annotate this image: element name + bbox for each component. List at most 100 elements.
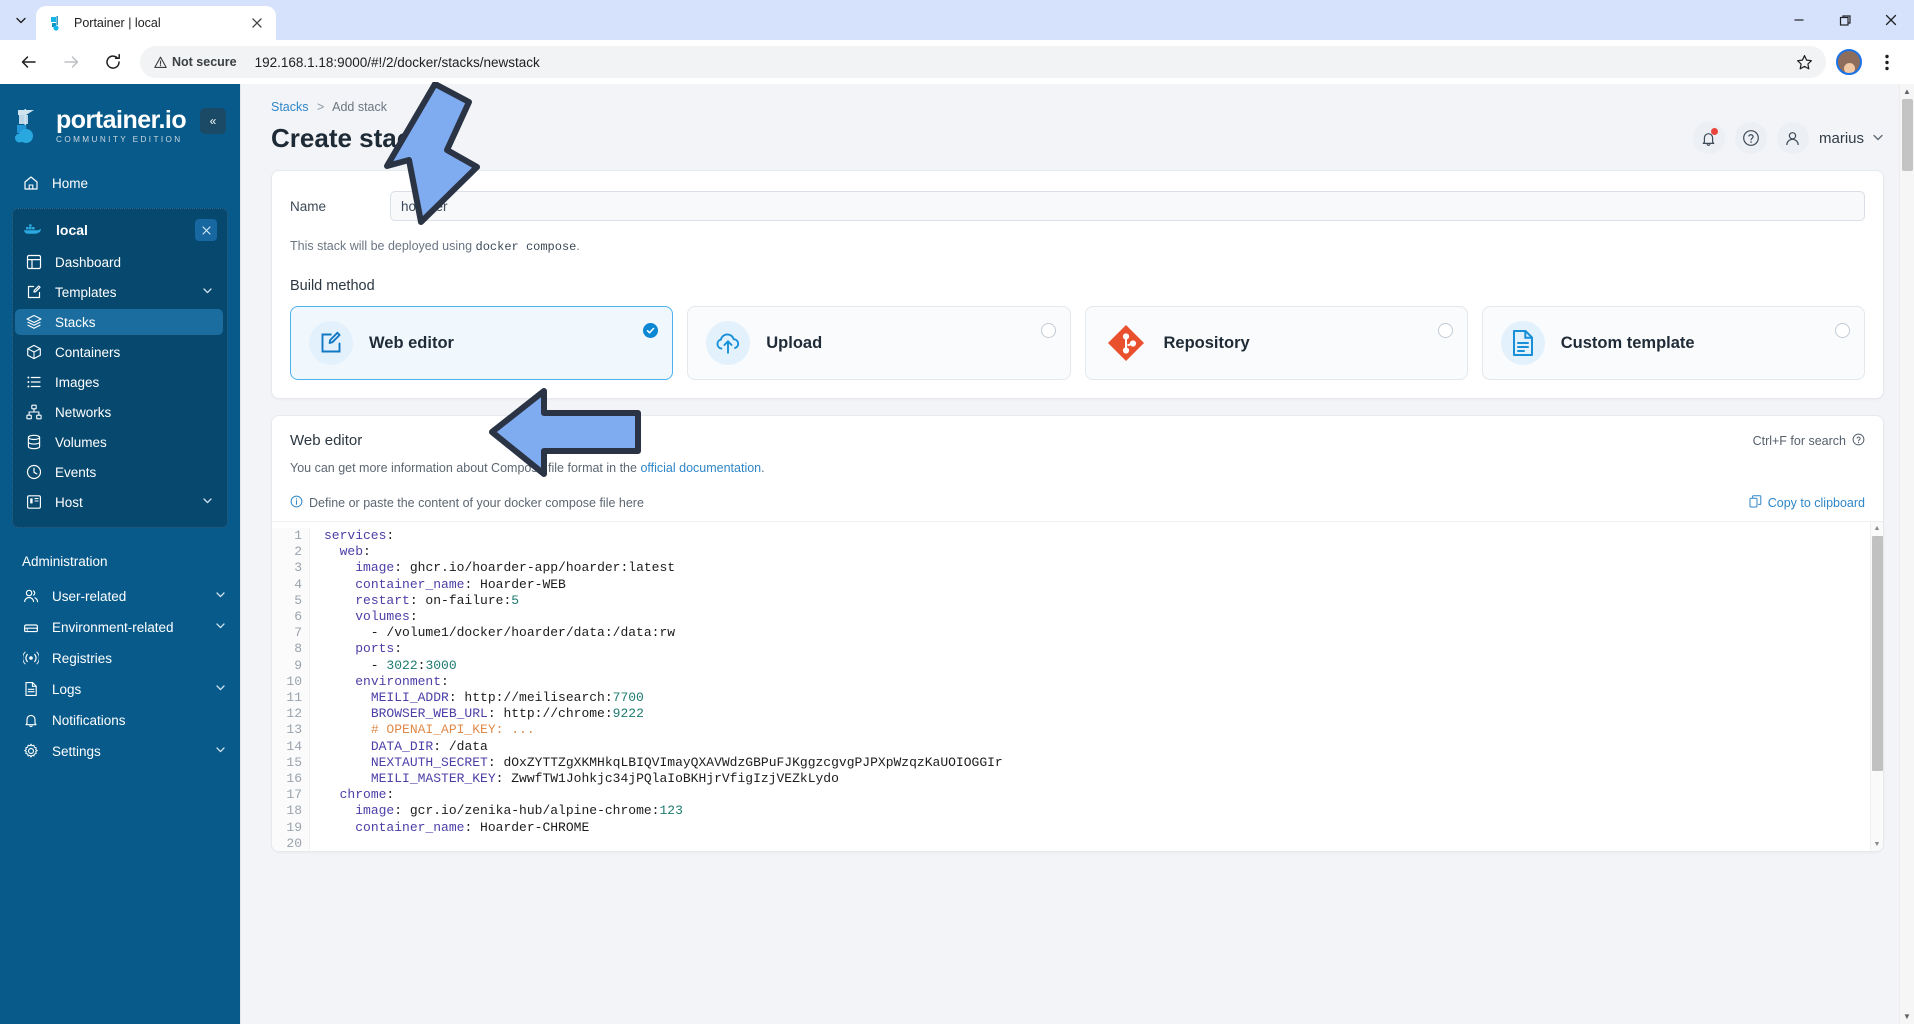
chevron-down-icon[interactable] (215, 682, 226, 696)
page-scroll-down-icon[interactable]: ▼ (1900, 1009, 1914, 1024)
sidebar-item-label: Events (55, 464, 97, 480)
refresh-icon[interactable] (436, 130, 453, 147)
user-menu[interactable]: marius (1819, 130, 1884, 147)
code-line[interactable]: - 3022:3000 (324, 658, 1883, 674)
back-button[interactable] (12, 45, 46, 79)
question-circle-icon[interactable] (1852, 433, 1865, 449)
code-line[interactable]: MEILI_MASTER_KEY: ZwwfTW1Johkjc34jPQlaIo… (324, 771, 1883, 787)
code-editor[interactable]: 1 2 3 4 5 6 7 8 9 10 11 12 13 14 15 16 17 18 19 20 services… (272, 521, 1883, 851)
sidebar-item-images[interactable]: Images (13, 369, 227, 395)
sidebar-item-host[interactable]: Host (13, 489, 227, 515)
sidebar-item-notifications[interactable]: Notifications (0, 707, 240, 733)
code-line[interactable]: ports: (324, 641, 1883, 657)
code-line[interactable]: MEILI_ADDR: http://meilisearch:7700 (324, 690, 1883, 706)
build-method-option-upload[interactable]: Upload (687, 306, 1071, 380)
editor-scroll-up-icon[interactable]: ▲ (1871, 522, 1883, 535)
build-method-option-custom-template[interactable]: Custom template (1481, 306, 1865, 380)
code-line-number: 9 (294, 657, 302, 673)
editor-scroll-down-icon[interactable]: ▼ (1871, 838, 1883, 851)
sidebar: portainer.io COMMUNITY EDITION « Home lo… (0, 84, 240, 1024)
info-circle-icon (290, 495, 303, 511)
editor-scroll-thumb[interactable] (1872, 536, 1883, 771)
code-line[interactable]: image: gcr.io/zenika-hub/alpine-chrome:1… (324, 803, 1883, 819)
restore-icon[interactable] (1822, 0, 1868, 40)
forward-button[interactable] (54, 45, 88, 79)
security-indicator[interactable]: Not secure (154, 55, 237, 69)
code-line[interactable]: image: ghcr.io/hoarder-app/hoarder:lates… (324, 560, 1883, 576)
sidebar-item-logs[interactable]: Logs (0, 676, 240, 702)
code-line-number: 1 (294, 528, 302, 543)
sidebar-environment-header[interactable]: local (13, 215, 227, 245)
sidebar-item-templates[interactable]: Templates (13, 279, 227, 305)
sidebar-item-environment-related[interactable]: Environment-related (0, 614, 240, 640)
minimize-icon[interactable] (1776, 0, 1822, 40)
code-line-number: 15 (286, 754, 302, 770)
chevron-down-icon[interactable] (202, 495, 213, 509)
official-documentation-link[interactable]: official documentation (640, 461, 761, 475)
code-line[interactable]: DATA_DIR: /data (324, 739, 1883, 755)
code-line[interactable]: services: (324, 528, 1883, 544)
code-line[interactable]: BROWSER_WEB_URL: http://chrome:9222 (324, 706, 1883, 722)
code-line[interactable]: restart: on-failure:5 (324, 593, 1883, 609)
double-chevron-left-icon[interactable]: « (200, 108, 226, 134)
environment-icon (22, 619, 39, 636)
sidebar-logo[interactable]: portainer.io COMMUNITY EDITION « (0, 84, 240, 152)
reload-button[interactable] (96, 45, 130, 79)
code-line-number: 8 (294, 641, 302, 657)
sidebar-item-user-related[interactable]: User-related (0, 583, 240, 609)
selected-check-icon[interactable] (643, 323, 659, 338)
code-line[interactable]: chrome: (324, 787, 1883, 803)
code-line[interactable]: environment: (324, 674, 1883, 690)
sidebar-item-networks[interactable]: Networks (13, 399, 227, 425)
browser-tab-strip: Portainer | local (0, 0, 1914, 40)
code-line[interactable]: volumes: (324, 609, 1883, 625)
three-dots-menu-icon[interactable] (1870, 45, 1904, 79)
build-method-option-repository[interactable]: Repository (1084, 306, 1468, 380)
window-close-icon[interactable] (1868, 0, 1914, 40)
code-line[interactable]: # OPENAI_API_KEY: ... (324, 722, 1883, 738)
radio-button[interactable] (1040, 323, 1056, 338)
sidebar-item-events[interactable]: Events (13, 459, 227, 485)
code-line[interactable]: NEXTAUTH_SECRET: dOxZYTTZgXKMHkqLBIQVIma… (324, 755, 1883, 771)
code-line[interactable]: web: (324, 544, 1883, 560)
star-icon[interactable] (1792, 50, 1816, 74)
breadcrumb-parent-link[interactable]: Stacks (271, 100, 309, 114)
page-scroll-thumb[interactable] (1902, 99, 1913, 171)
code-line[interactable]: - /volume1/docker/hoarder/data:/data:rw (324, 625, 1883, 641)
home-icon (22, 175, 39, 192)
chevron-down-icon[interactable] (215, 744, 226, 758)
code-content[interactable]: services: web: image: ghcr.io/hoarder-ap… (310, 528, 1883, 851)
browser-tab[interactable]: Portainer | local (36, 6, 276, 40)
sidebar-item-dashboard[interactable]: Dashboard (13, 249, 227, 275)
person-icon[interactable] (1776, 122, 1809, 154)
editor-scrollbar[interactable]: ▲ ▼ (1870, 522, 1883, 851)
chevron-down-icon[interactable] (215, 620, 226, 634)
tab-list-chevron-icon[interactable] (6, 5, 36, 35)
environment-close-icon[interactable] (195, 219, 217, 241)
chevron-down-icon[interactable] (215, 589, 226, 603)
chevron-down-icon[interactable] (202, 285, 213, 299)
address-bar[interactable]: Not secure 192.168.1.18:9000/#!/2/docker… (140, 46, 1826, 78)
notifications-bell-icon[interactable] (1692, 122, 1725, 154)
radio-button[interactable] (1835, 323, 1850, 338)
help-question-circle-icon[interactable] (1734, 122, 1767, 154)
code-line[interactable]: container_name: Hoarder-WEB (324, 577, 1883, 593)
sidebar-item-volumes[interactable]: Volumes (13, 429, 227, 455)
page-scroll-up-icon[interactable]: ▲ (1900, 84, 1914, 99)
build-method-option-web-editor[interactable]: Web editor (290, 306, 674, 380)
code-line[interactable]: container_name: Hoarder-CHROME (324, 820, 1883, 836)
copy-to-clipboard-button[interactable]: Copy to clipboard (1749, 495, 1865, 511)
sidebar-item-settings[interactable]: Settings (0, 738, 240, 764)
sidebar-environment-group: local Dashboard Templates Stacks Containers… (12, 208, 228, 528)
sidebar-item-containers[interactable]: Containers (13, 339, 227, 365)
sidebar-item-stacks[interactable]: Stacks (15, 309, 223, 335)
sidebar-item-registries[interactable]: Registries (0, 645, 240, 671)
code-line-number: 18 (286, 803, 302, 819)
sidebar-item-home[interactable]: Home (0, 170, 240, 196)
stack-name-input[interactable] (390, 191, 1865, 221)
profile-avatar[interactable] (1832, 45, 1866, 79)
page-scrollbar[interactable]: ▲ ▼ (1899, 84, 1914, 1024)
tab-close-icon[interactable] (248, 14, 266, 32)
sidebar-environment-items: Dashboard Templates Stacks Containers Images… (13, 249, 227, 515)
radio-button[interactable] (1437, 323, 1453, 338)
